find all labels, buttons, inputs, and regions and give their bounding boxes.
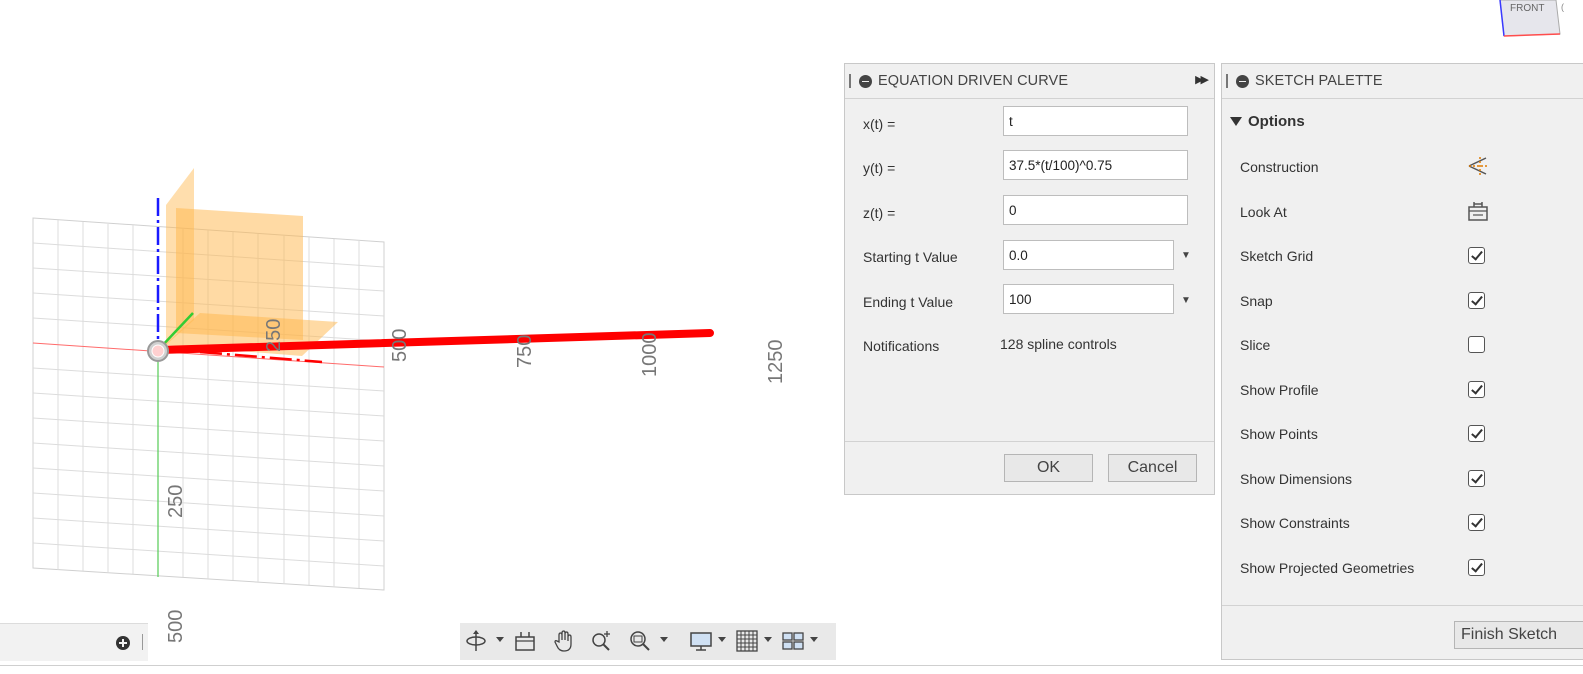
navigation-toolbar [460, 623, 836, 660]
sketch-palette-panel: SKETCH PALETTE Options Construction Look… [1221, 63, 1583, 660]
add-icon[interactable] [116, 636, 130, 650]
zoom-fit-icon[interactable] [590, 629, 614, 653]
z-equation-input[interactable] [1003, 195, 1188, 225]
x-label-1250: 1250 [765, 340, 787, 385]
snap-label: Snap [1240, 293, 1273, 309]
orbit-dropdown-icon[interactable] [496, 637, 504, 642]
sketch-palette-header[interactable]: SKETCH PALETTE [1222, 64, 1583, 99]
start-t-dropdown-icon[interactable]: ▼ [1181, 250, 1191, 261]
section-expand-icon [1230, 117, 1242, 126]
drag-grip-icon[interactable] [1226, 74, 1228, 88]
origin-point-inner [151, 344, 165, 358]
show-points-label: Show Points [1240, 426, 1318, 442]
notifications-value: 128 spline controls [1000, 336, 1117, 352]
construction-label: Construction [1240, 159, 1319, 175]
equation-panel-header[interactable]: EQUATION DRIVEN CURVE ▶▶ [845, 64, 1214, 99]
z-equation-label: z(t) = [863, 205, 896, 221]
ok-button[interactable]: OK [1004, 454, 1093, 482]
status-divider [0, 665, 1583, 666]
x-label-750: 750 [514, 335, 536, 368]
options-section-header[interactable]: Options [1230, 113, 1305, 130]
end-t-dropdown-icon[interactable]: ▼ [1181, 295, 1191, 306]
construction-icon[interactable] [1466, 154, 1490, 178]
show-constraints-label: Show Constraints [1240, 515, 1350, 531]
equation-driven-curve-panel: EQUATION DRIVEN CURVE ▶▶ x(t) = y(t) = z… [844, 63, 1215, 495]
equation-panel-footer-divider [845, 441, 1214, 442]
show-projected-geometries-checkbox[interactable] [1468, 559, 1485, 576]
x-label-250: 250 [263, 319, 285, 352]
cancel-button[interactable]: Cancel [1108, 454, 1197, 482]
look-at-tool-icon[interactable] [513, 629, 537, 653]
x-equation-label: x(t) = [863, 116, 896, 132]
grid-settings-icon[interactable] [735, 629, 759, 653]
end-t-input[interactable] [1003, 284, 1174, 314]
show-constraints-checkbox[interactable] [1468, 514, 1485, 531]
bar-separator [142, 634, 143, 650]
slice-label: Slice [1240, 337, 1271, 353]
end-t-label: Ending t Value [863, 294, 954, 310]
y-label-250: 250 [165, 485, 187, 518]
orbit-icon[interactable] [464, 629, 488, 653]
show-profile-label: Show Profile [1240, 382, 1319, 398]
pan-icon[interactable] [552, 629, 576, 653]
notifications-label: Notifications [863, 338, 940, 354]
viewports-icon[interactable] [781, 629, 805, 653]
sketch-grid-label: Sketch Grid [1240, 248, 1314, 264]
slice-checkbox[interactable] [1468, 336, 1485, 353]
options-section-label: Options [1248, 113, 1305, 130]
show-projected-geometries-label: Show Projected Geometries [1240, 560, 1415, 576]
view-cube[interactable]: FRONT ( [1496, 0, 1566, 40]
start-t-label: Starting t Value [863, 249, 958, 265]
browser-bar [0, 623, 148, 661]
display-dropdown-icon[interactable] [718, 637, 726, 642]
show-dimensions-checkbox[interactable] [1468, 470, 1485, 487]
start-t-input[interactable] [1003, 240, 1174, 270]
x-label-1000: 1000 [639, 333, 661, 378]
drag-grip-icon[interactable] [849, 74, 851, 88]
finish-sketch-button[interactable]: Finish Sketch [1454, 621, 1583, 649]
y-equation-label: y(t) = [863, 160, 896, 176]
show-points-checkbox[interactable] [1468, 425, 1485, 442]
sketch-palette-footer-divider [1222, 605, 1583, 606]
show-dimensions-label: Show Dimensions [1240, 471, 1353, 487]
zoom-window-icon[interactable] [628, 629, 652, 653]
collapse-panel-icon[interactable] [859, 74, 872, 88]
viewports-dropdown-icon[interactable] [810, 637, 818, 642]
x-equation-input[interactable] [1003, 106, 1188, 136]
show-profile-checkbox[interactable] [1468, 381, 1485, 398]
view-cube-face-label: FRONT [1510, 3, 1544, 14]
y-equation-input[interactable] [1003, 150, 1188, 180]
display-settings-icon[interactable] [689, 629, 713, 653]
sketch-grid-checkbox[interactable] [1468, 247, 1485, 264]
look-at-label: Look At [1240, 204, 1287, 220]
expand-panel-icon[interactable]: ▶▶ [1195, 73, 1209, 86]
equation-panel-title: EQUATION DRIVEN CURVE [878, 73, 1069, 89]
look-at-icon[interactable] [1466, 199, 1490, 223]
x-label-500: 500 [389, 329, 411, 362]
sketch-palette-title: SKETCH PALETTE [1255, 73, 1383, 89]
y-label-500: 500 [165, 610, 187, 643]
grid-dropdown-icon[interactable] [764, 637, 772, 642]
snap-checkbox[interactable] [1468, 292, 1485, 309]
collapse-panel-icon[interactable] [1236, 74, 1249, 88]
view-cube-side-mark: ( [1561, 2, 1564, 12]
zoom-dropdown-icon[interactable] [660, 637, 668, 642]
